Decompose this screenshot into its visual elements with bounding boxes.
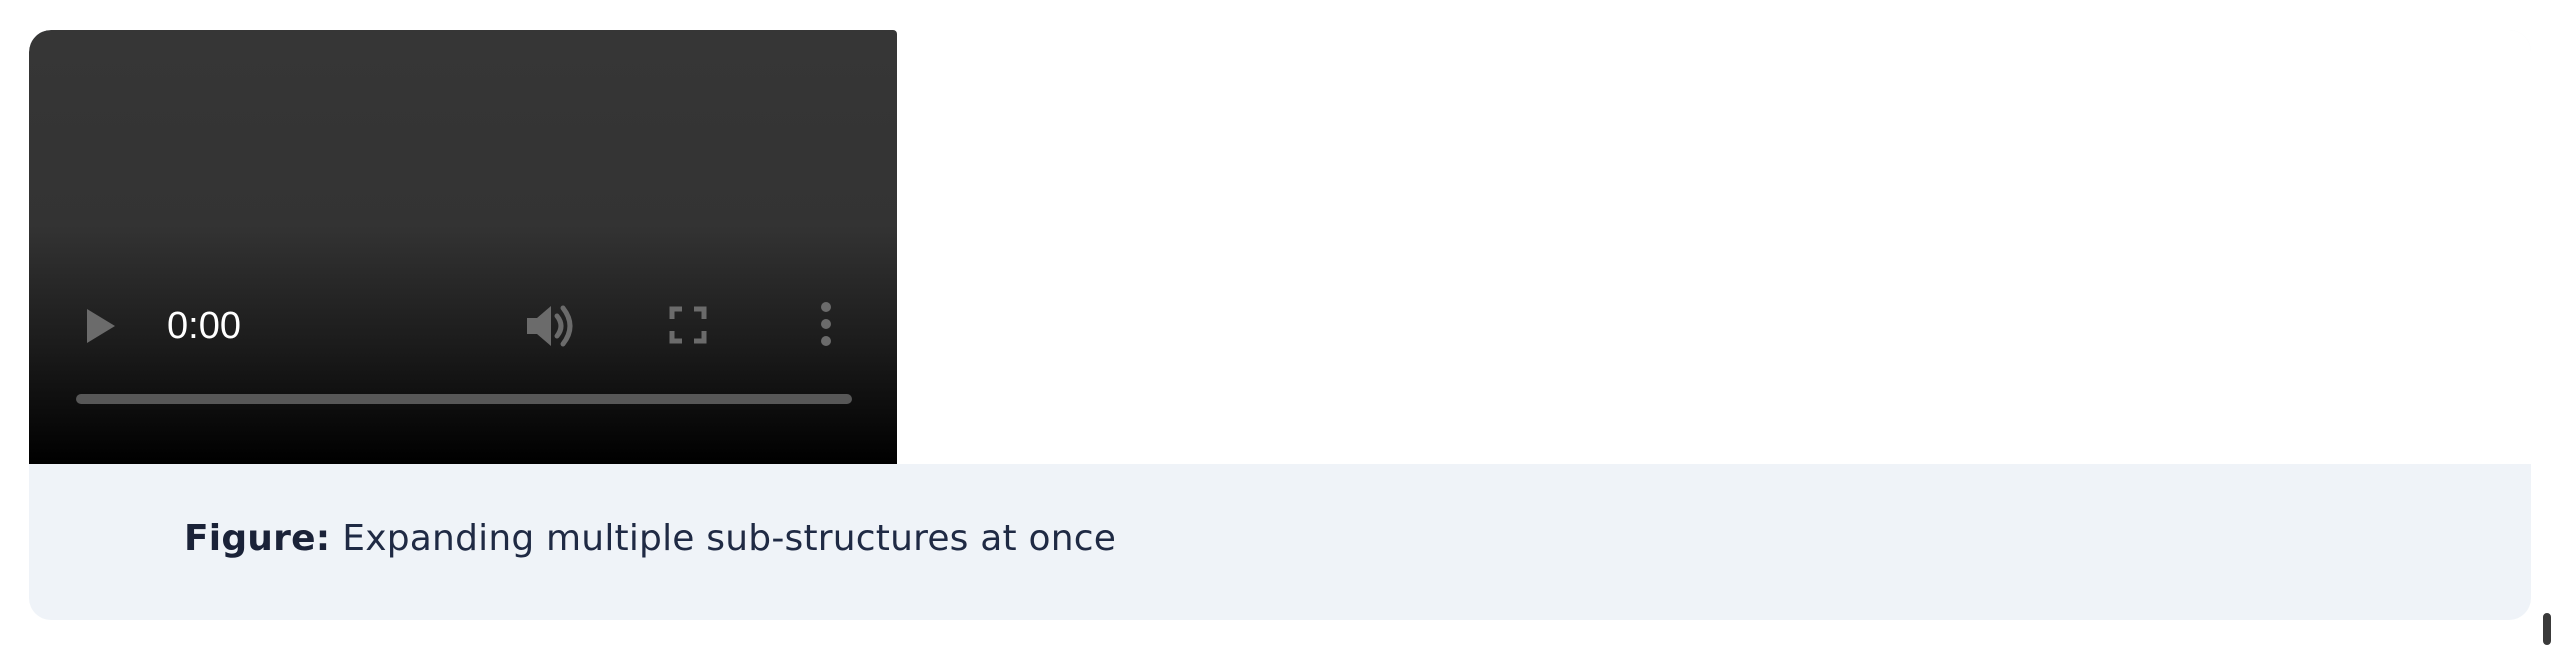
caption-text: Expanding multiple sub-structures at onc…	[342, 518, 1117, 559]
progress-bar[interactable]	[76, 394, 852, 404]
scrollbar-thumb[interactable]	[2542, 612, 2552, 646]
figure-caption: Figure: Expanding multiple sub-structures…	[184, 514, 1116, 564]
video-player[interactable]: 0:00	[29, 30, 897, 464]
fullscreen-icon[interactable]	[669, 306, 707, 344]
play-icon[interactable]	[83, 306, 119, 346]
caption-label: Figure:	[184, 518, 331, 559]
current-time: 0:00	[167, 305, 241, 347]
video-controls: 0:00	[29, 30, 897, 464]
more-vertical-icon[interactable]	[819, 300, 833, 348]
volume-icon[interactable]	[523, 300, 577, 352]
figure-block: 0:00 Figure: Expanding multiple sub-stru…	[29, 30, 2531, 620]
